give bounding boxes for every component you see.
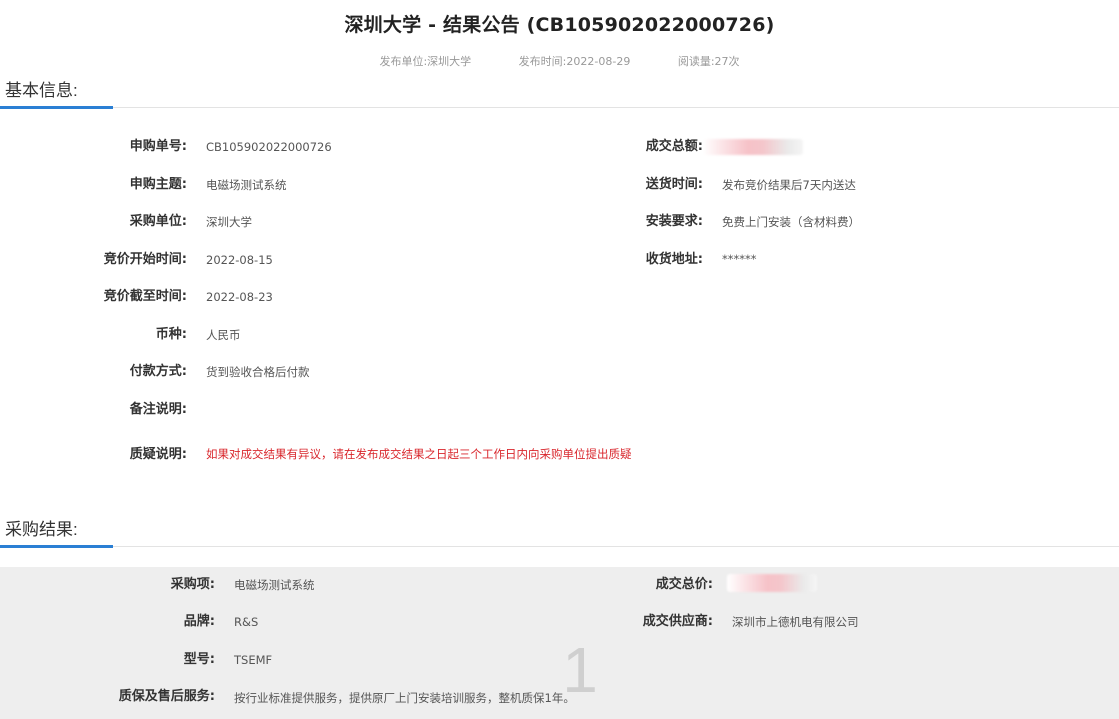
field-label-order-no: 申购单号:	[129, 139, 187, 154]
page-title: 深圳大学 - 结果公告 (CB105902022000726)	[344, 14, 775, 36]
field-label-bid-start: 竞价开始时间:	[103, 252, 187, 267]
field-label-brand: 品牌:	[183, 614, 215, 629]
field-label-remarks: 备注说明:	[129, 402, 187, 417]
field-label-payment: 付款方式:	[129, 364, 187, 379]
meta-views: 阅读量:27次	[677, 55, 740, 68]
meta-publisher: 发布单位:深圳大学	[379, 55, 472, 68]
field-label-install: 安装要求:	[645, 214, 703, 229]
field-label-currency: 币种:	[155, 327, 187, 342]
field-label-bid-end: 竞价截至时间:	[103, 289, 187, 304]
section-basic-info: 基本信息:	[0, 76, 1119, 112]
meta-row: 发布单位:深圳大学 发布时间:2022-08-29 阅读量:27次	[0, 53, 1119, 69]
field-label-subject: 申购主题:	[129, 177, 187, 192]
field-label-total-amount: 成交总额:	[645, 139, 703, 154]
field-label-address: 收货地址:	[645, 252, 703, 267]
section-title-basic-info: 基本信息:	[5, 81, 78, 100]
section-result: 采购结果:	[0, 515, 1119, 551]
redacted-total-price	[727, 574, 817, 592]
redacted-total-amount	[703, 139, 803, 155]
field-label-supplier: 成交供应商:	[642, 614, 713, 629]
meta-publish-time: 发布时间:2022-08-29	[518, 55, 631, 68]
section-title-result: 采购结果:	[5, 520, 78, 539]
field-label-item: 采购项:	[170, 577, 215, 592]
field-label-dispute: 质疑说明:	[129, 447, 187, 462]
field-label-delivery-time: 送货时间:	[645, 177, 703, 192]
field-label-buyer: 采购单位:	[129, 214, 187, 229]
section-divider	[113, 546, 1119, 547]
field-label-warranty: 质保及售后服务:	[118, 689, 215, 704]
section-accent-bar	[0, 106, 113, 109]
section-accent-bar	[0, 545, 113, 548]
section-divider	[113, 107, 1119, 108]
field-label-model: 型号:	[183, 652, 215, 667]
field-label-total-price: 成交总价:	[655, 577, 713, 592]
